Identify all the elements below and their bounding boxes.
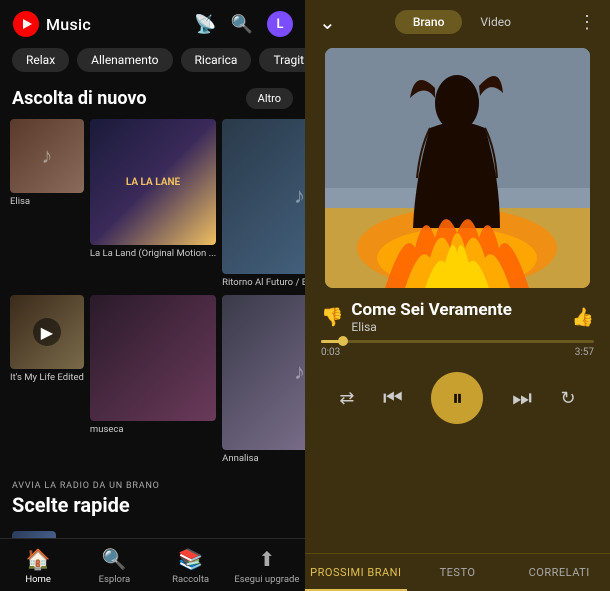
album-laland[interactable]: LA LA LANE La La Land (Original Motion .… [90,119,216,289]
nav-home-label: Home [25,574,51,585]
user-avatar[interactable]: L [267,11,293,37]
progress-fill [321,340,343,343]
album-label-mylife: It's My Life Edited [10,372,84,384]
album-label-annalisa: Annalisa [222,453,305,465]
tab-correlati[interactable]: CORRELATI [508,554,610,591]
ascolta-title: Ascolta di nuovo [12,88,147,109]
bottom-nav: 🏠 Home 🔍 Esplora 📚 Raccolta ⬆ Esegui upg… [0,538,305,591]
nav-esplora-label: Esplora [99,574,131,585]
chips-row: Relax Allenamento Ricarica Tragit [0,44,305,80]
album-thumb-annalisa: ♪ [222,295,305,450]
album-thumb-laland: LA LA LANE [90,119,216,245]
progress-area: 0:03 3:57 [305,340,610,366]
progress-times: 0:03 3:57 [321,347,594,358]
chip-allenamento[interactable]: Allenamento [77,48,172,72]
track-list: In the Beginning Bear McCreary ⋮ Ario' T… [0,525,305,538]
tab-testo[interactable]: TESTO [407,554,509,591]
song-info: 👎 Come Sei Veramente Elisa 👍 [305,300,610,340]
album-label-laland: La La Land (Original Motion ... [90,248,216,260]
tab-prossimi-brani[interactable]: PROSSIMI BRANI [305,554,407,591]
tab-video[interactable]: Video [462,10,529,34]
song-title: Come Sei Veramente [351,300,563,320]
album-thumb-ritorno: ♪ [222,119,305,274]
chevron-down-icon[interactable]: ⌄ [319,10,336,34]
next-track-icon[interactable]: ⏭ [512,386,532,411]
raccolta-icon: 📚 [178,547,203,571]
album-elisa[interactable]: ♪ Elisa [10,119,84,289]
album-mylife[interactable]: ▶ It's My Life Edited [10,295,84,465]
chip-ricarica[interactable]: Ricarica [181,48,252,72]
top-bar-icons: 📡 🔍 L [194,11,293,37]
nav-raccolta-label: Raccolta [172,574,209,585]
tab-brano[interactable]: Brano [395,10,463,34]
player-tabs: Brano Video [346,10,578,34]
player-more-icon[interactable]: ⋮ [578,12,596,33]
cast-icon[interactable]: 📡 [194,14,216,35]
album-ritorno[interactable]: ♪ Ritorno Al Futuro / Back To The Fut... [222,119,305,289]
right-panel: ⌄ Brano Video ⋮ [305,0,610,591]
chip-tragit[interactable]: Tragit [259,48,305,72]
album-label-elisa: Elisa [10,196,84,208]
music-logo: Music [12,10,186,38]
search-icon[interactable]: 🔍 [231,14,253,35]
album-thumb-elisa: ♪ [10,119,84,193]
albums-grid: ♪ Elisa LA LA LANE La La Land (Original … [0,115,305,473]
ascolta-section-header: Ascolta di nuovo Altro [0,80,305,115]
player-bottom-tabs: PROSSIMI BRANI TESTO CORRELATI [305,553,610,591]
album-thumb-mylife: ▶ [10,295,84,369]
album-art-svg [325,48,590,288]
progress-dot [338,336,348,346]
upgrade-icon: ⬆ [258,547,275,571]
app-title: Music [46,15,91,34]
radio-label: AVVIA LA RADIO DA UN BRANO [0,473,305,493]
play-overlay: ▶ [33,318,61,346]
album-art-canvas [325,48,590,288]
progress-bar[interactable] [321,340,594,343]
nav-upgrade[interactable]: ⬆ Esegui upgrade [229,539,305,591]
altro-button[interactable]: Altro [246,88,293,109]
album-annalisa[interactable]: ♪ Annalisa [222,295,305,465]
album-label-museca: museca [90,424,216,436]
shuffle-icon[interactable]: ⇄ [339,388,354,409]
album-label-ritorno: Ritorno Al Futuro / Back To The Fut... [222,277,305,289]
playback-controls: ⇄ ⏮ ⏸ ⏭ ↻ [305,366,610,434]
play-pause-button[interactable]: ⏸ [431,372,483,424]
nav-upgrade-label: Esegui upgrade [234,574,299,585]
repeat-icon[interactable]: ↻ [561,388,576,409]
thumbs-up-icon[interactable]: 👍 [572,307,594,328]
album-thumb-museca [90,295,216,421]
top-bar: Music 📡 🔍 L [0,0,305,44]
thumbs-down-icon[interactable]: 👎 [321,307,343,328]
youtube-music-logo-icon [12,10,40,38]
album-museca[interactable]: museca [90,295,216,465]
nav-esplora[interactable]: 🔍 Esplora [76,539,152,591]
song-artist: Elisa [351,320,563,334]
nav-raccolta[interactable]: 📚 Raccolta [153,539,229,591]
left-panel: Music 📡 🔍 L Relax Allenamento Ricarica T… [0,0,305,591]
esplora-icon: 🔍 [102,547,127,571]
nav-home[interactable]: 🏠 Home [0,539,76,591]
scelte-title: Scelte rapide [0,493,305,525]
track-item-beginning[interactable]: In the Beginning Bear McCreary ⋮ [0,525,305,538]
album-art-large [325,48,590,288]
progress-current: 0:03 [321,347,340,358]
song-text: Come Sei Veramente Elisa [351,300,563,334]
player-top-bar: ⌄ Brano Video ⋮ [305,0,610,40]
track-thumb-beginning [12,531,56,538]
home-icon: 🏠 [26,547,51,571]
chip-relax[interactable]: Relax [12,48,69,72]
prev-track-icon[interactable]: ⏮ [383,386,403,411]
progress-total: 3:57 [575,347,594,358]
